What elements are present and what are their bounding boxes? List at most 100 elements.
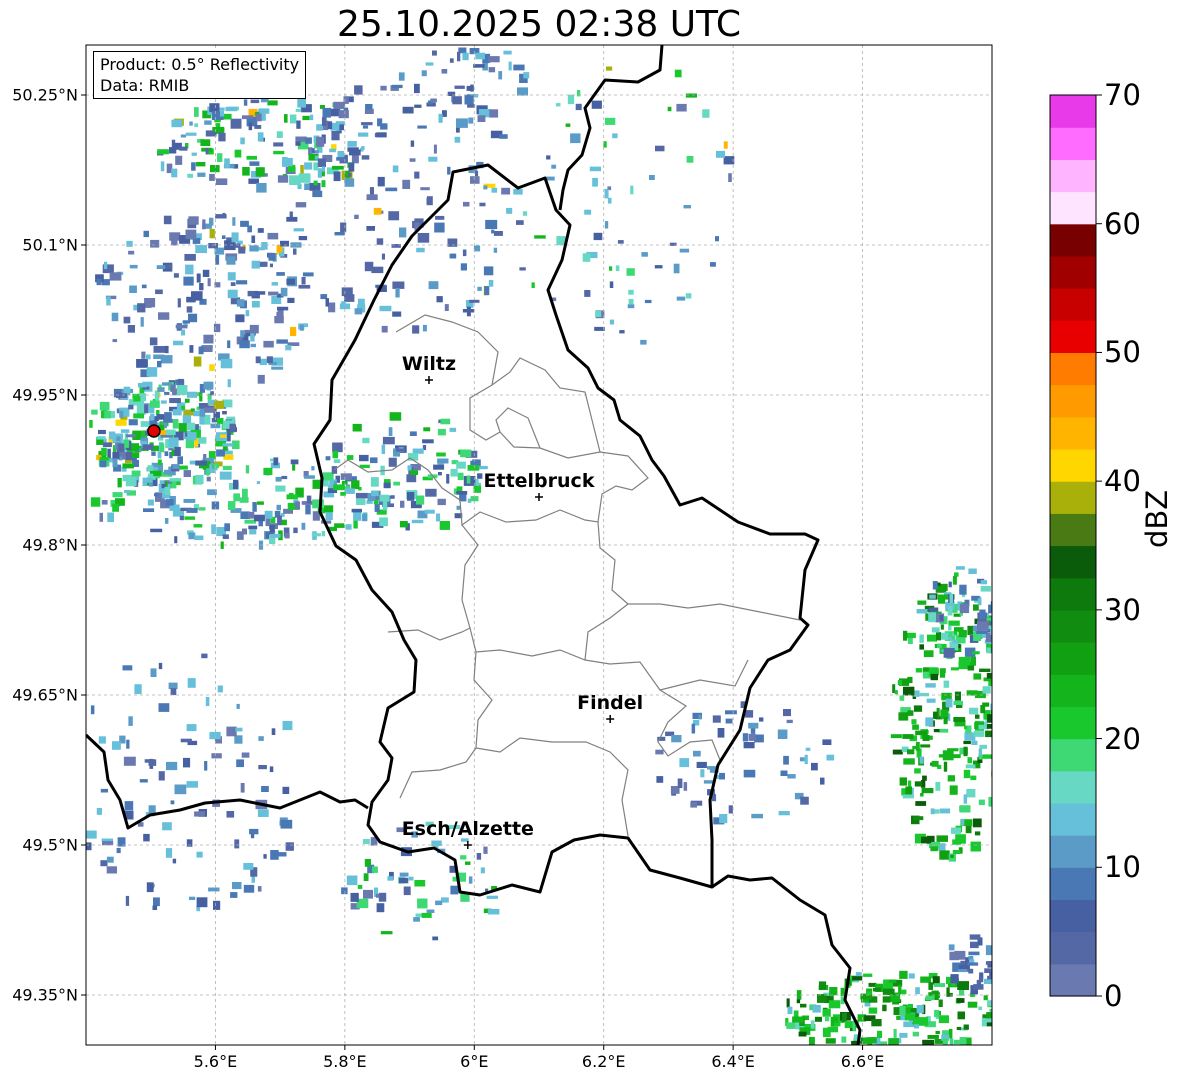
reflectivity-cell	[965, 825, 972, 834]
reflectivity-cell	[129, 285, 137, 293]
reflectivity-cell	[226, 726, 237, 737]
reflectivity-cell	[551, 164, 557, 169]
reflectivity-cell	[402, 179, 411, 189]
reflectivity-cell	[116, 436, 121, 441]
reflectivity-cell	[883, 1048, 893, 1056]
reflectivity-cell	[371, 266, 384, 274]
reflectivity-cell	[783, 709, 791, 717]
reflectivity-cell	[425, 488, 437, 497]
reflectivity-cell	[213, 127, 225, 132]
reflectivity-cell	[630, 185, 634, 195]
reflectivity-cell	[441, 69, 448, 74]
reflectivity-cell	[204, 120, 212, 125]
product-info-box: Product: 0.5° Reflectivity Data: RMIB	[93, 51, 307, 99]
reflectivity-cell	[676, 103, 687, 112]
reflectivity-cell	[295, 108, 302, 112]
city-label: Findel	[577, 692, 643, 714]
radar-site	[147, 424, 161, 438]
reflectivity-cell	[98, 736, 106, 744]
reflectivity-cell	[240, 220, 249, 227]
reflectivity-cell	[322, 107, 331, 118]
reflectivity-cell	[150, 239, 160, 248]
reflectivity-cell	[407, 465, 412, 471]
reflectivity-cell	[677, 778, 683, 788]
reflectivity-cell	[271, 282, 278, 286]
reflectivity-cell	[700, 769, 705, 778]
reflectivity-cell	[489, 109, 499, 118]
reflectivity-cell	[890, 734, 902, 739]
reflectivity-cell	[468, 876, 473, 884]
reflectivity-cell	[64, 768, 70, 778]
reflectivity-cell	[261, 242, 268, 250]
reflectivity-cell	[306, 495, 312, 504]
reflectivity-cell	[169, 478, 182, 482]
reflectivity-cell	[970, 656, 976, 666]
reflectivity-cell	[339, 124, 344, 131]
reflectivity-cell	[257, 132, 264, 142]
reflectivity-cell	[164, 451, 169, 456]
reflectivity-cell	[626, 268, 635, 276]
reflectivity-cell	[181, 329, 186, 336]
reflectivity-cell	[466, 475, 471, 484]
reflectivity-cell	[399, 521, 408, 528]
reflectivity-cell	[351, 508, 362, 513]
reflectivity-cell	[146, 367, 158, 377]
reflectivity-cell	[183, 757, 191, 768]
reflectivity-cell	[954, 572, 959, 577]
reflectivity-cell	[957, 969, 968, 973]
reflectivity-cell	[980, 585, 991, 592]
reflectivity-cell	[195, 474, 204, 484]
reflectivity-cell	[250, 332, 255, 342]
reflectivity-cell	[916, 1005, 924, 1014]
reflectivity-cell	[810, 1020, 815, 1029]
reflectivity-cell	[899, 1005, 906, 1016]
reflectivity-cell	[303, 323, 308, 328]
reflectivity-cell	[370, 457, 378, 464]
reflectivity-cell	[595, 311, 602, 317]
reflectivity-cell	[467, 465, 480, 471]
reflectivity-cell	[907, 676, 913, 684]
reflectivity-cell	[96, 278, 102, 286]
reflectivity-cell	[992, 660, 1000, 667]
reflectivity-cell	[189, 896, 196, 900]
reflectivity-cell	[188, 216, 199, 225]
reflectivity-cell	[986, 1012, 992, 1019]
reflectivity-cell	[298, 236, 308, 241]
reflectivity-cell	[193, 524, 203, 528]
reflectivity-cell	[882, 988, 895, 996]
lat-tick-label: 49.5°N	[22, 835, 78, 855]
reflectivity-cell	[240, 137, 245, 145]
reflectivity-cell	[686, 156, 694, 163]
colorbar-segment	[1050, 159, 1096, 193]
reflectivity-cell	[710, 262, 716, 267]
reflectivity-cell	[231, 232, 239, 243]
reflectivity-cell	[254, 514, 265, 522]
reflectivity-cell	[995, 611, 1003, 617]
reflectivity-cell	[154, 493, 159, 497]
reflectivity-cell	[531, 282, 535, 288]
reflectivity-cell	[964, 726, 968, 730]
reflectivity-cell	[163, 215, 172, 225]
reflectivity-cell	[366, 194, 378, 201]
reflectivity-cell	[245, 465, 250, 474]
reflectivity-cell	[111, 312, 119, 322]
reflectivity-cell	[366, 226, 375, 231]
reflectivity-cell	[918, 1017, 929, 1026]
reflectivity-cell	[151, 451, 156, 456]
reflectivity-cell	[124, 801, 134, 811]
reflectivity-cell	[798, 1031, 807, 1037]
reflectivity-cell	[252, 502, 257, 512]
reflectivity-cell	[239, 340, 250, 349]
reflectivity-cell	[982, 686, 991, 694]
reflectivity-cell	[333, 459, 341, 463]
reflectivity-cell	[246, 155, 257, 160]
reflectivity-cell	[943, 717, 948, 725]
colorbar-tick-label: 70	[1104, 78, 1141, 112]
reflectivity-cell	[712, 715, 721, 723]
reflectivity-cell	[236, 299, 245, 307]
reflectivity-cell	[953, 1039, 960, 1045]
reflectivity-cell	[321, 180, 326, 188]
reflectivity-cell	[452, 96, 462, 105]
reflectivity-cell	[261, 786, 269, 792]
reflectivity-cell	[157, 387, 165, 392]
